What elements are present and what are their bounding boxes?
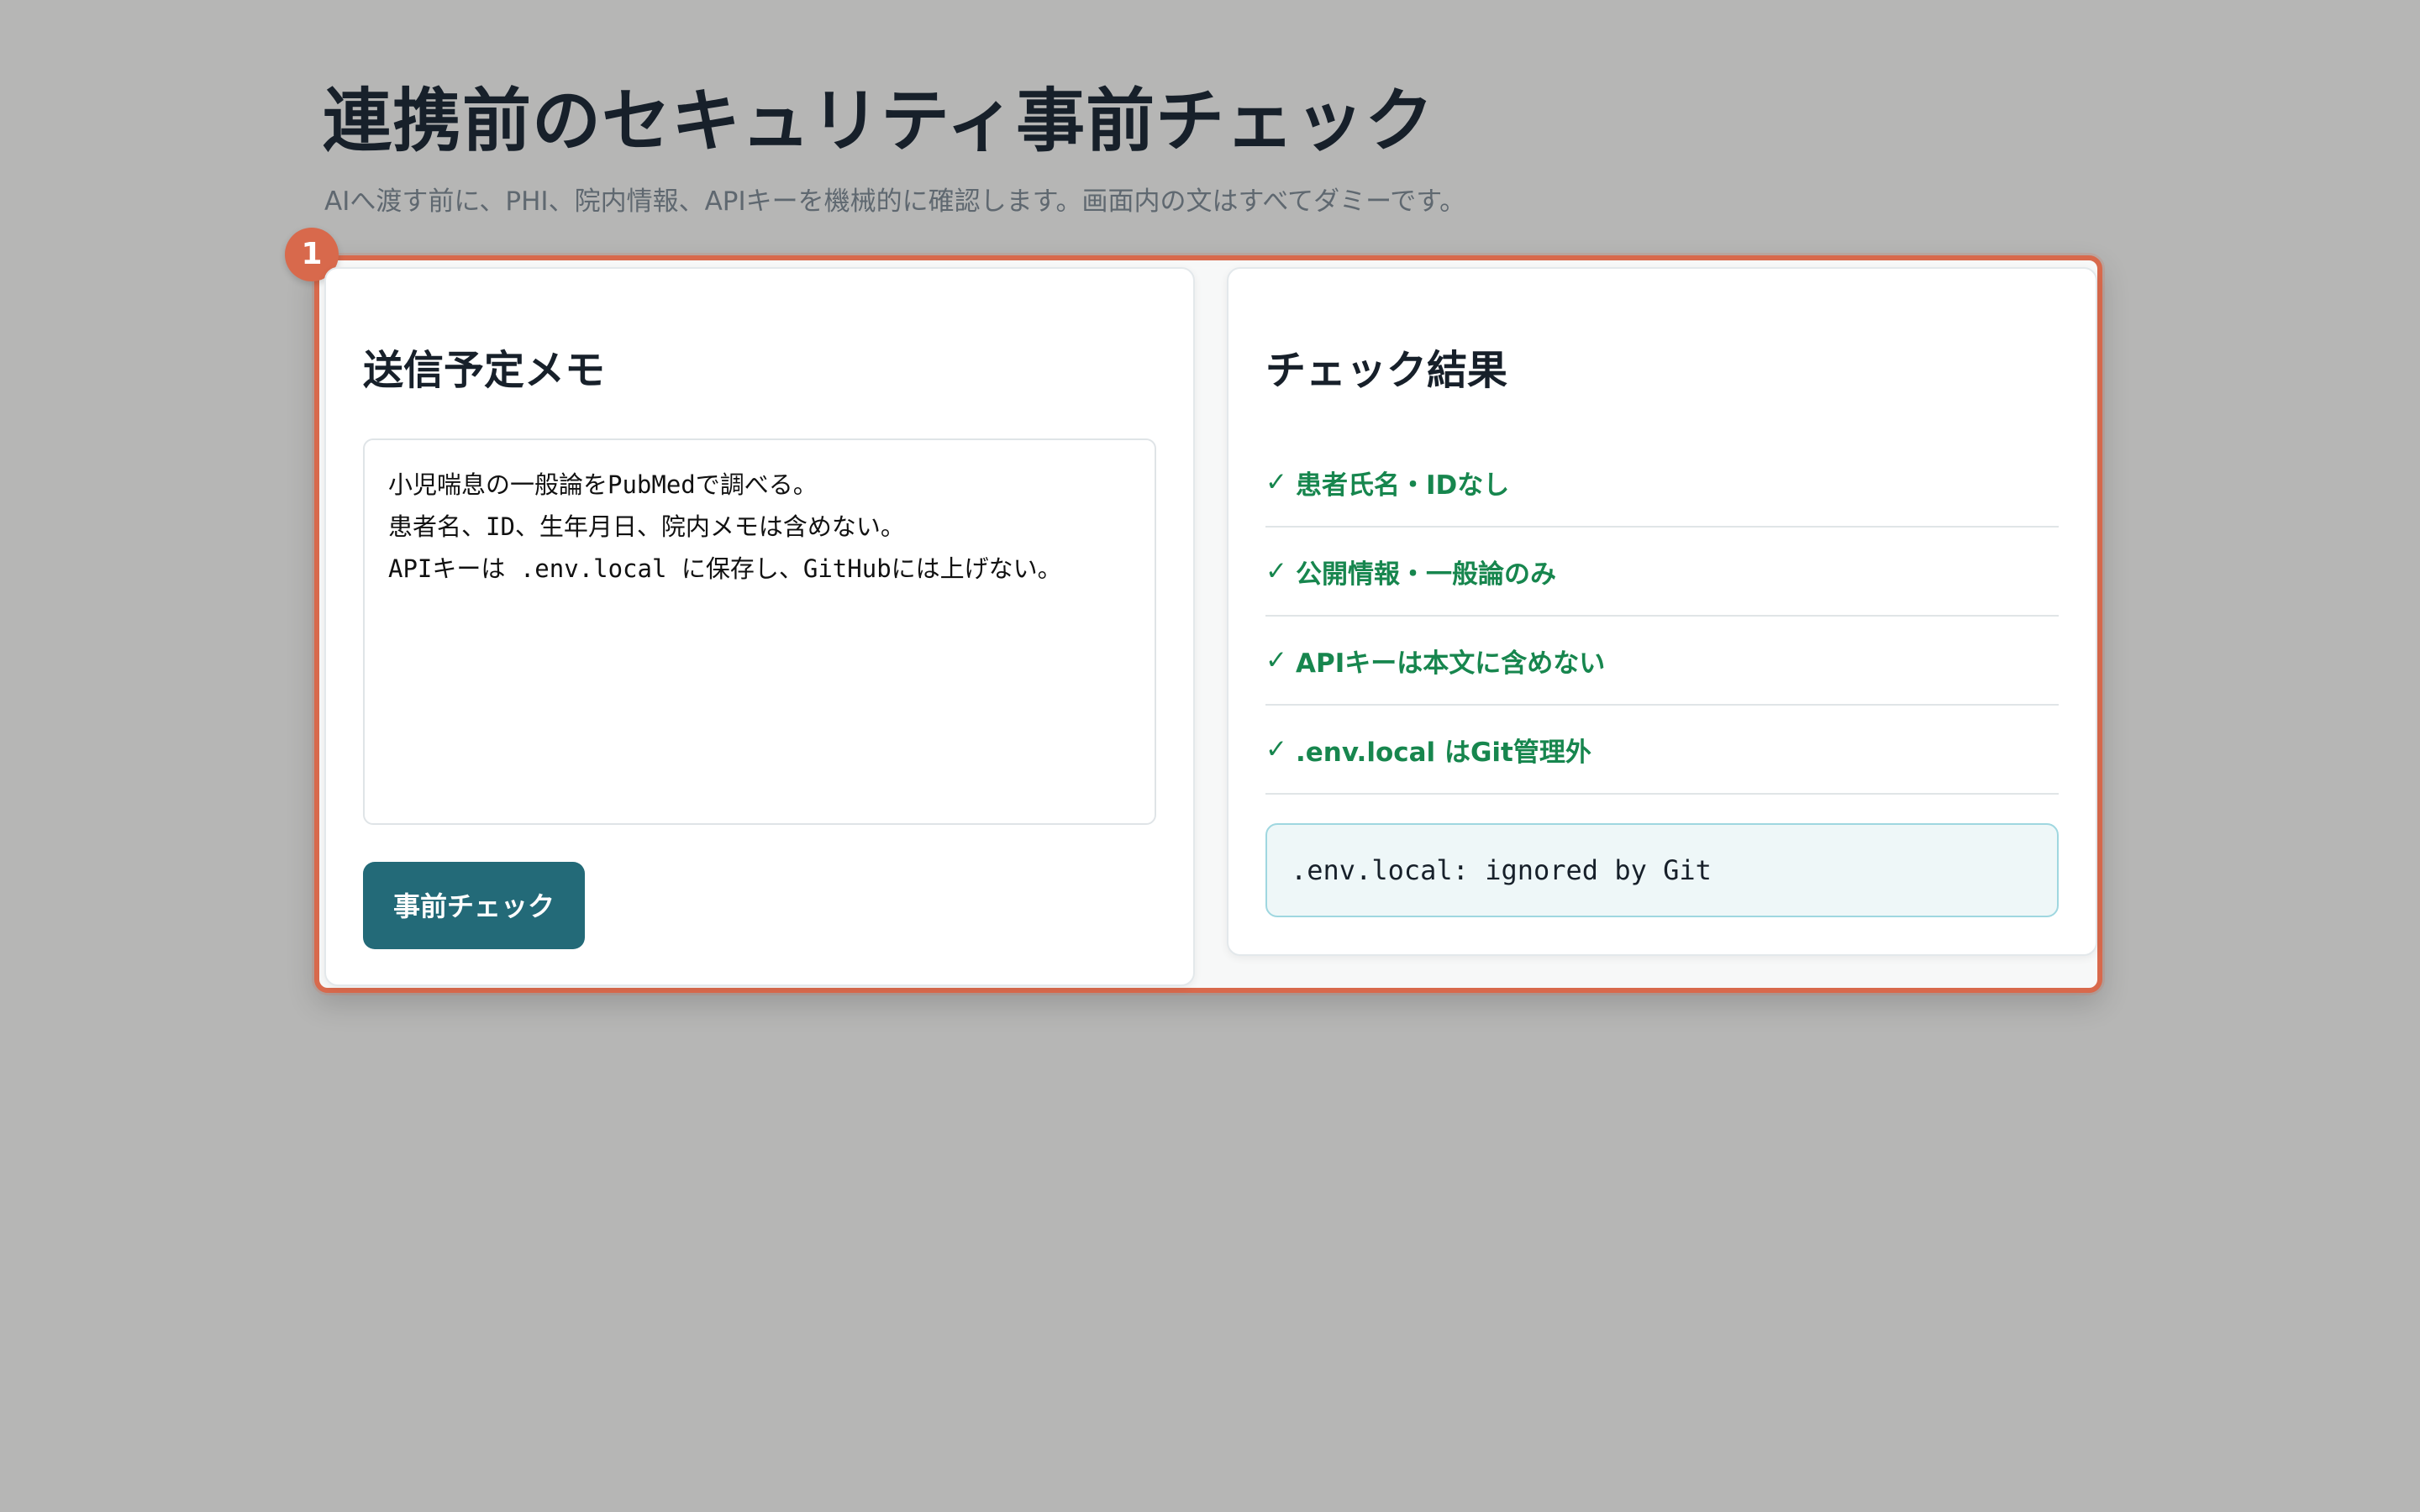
pre-check-button[interactable]: 事前チェック [363, 862, 585, 949]
git-ignore-status: .env.local: ignored by Git [1265, 823, 2059, 917]
result-item-patient-id: ✓ 患者氏名・IDなし [1265, 438, 2059, 528]
result-label: 患者氏名・IDなし [1296, 470, 1510, 501]
result-label: 公開情報・一般論のみ [1296, 559, 1556, 590]
result-item-env-git: ✓ .env.local はGit管理外 [1265, 706, 2059, 795]
memo-textarea[interactable]: 小児喘息の一般論をPubMedで調べる。 患者名、ID、生年月日、院内メモは含め… [363, 438, 1156, 825]
check-icon: ✓ [1265, 467, 1287, 497]
result-item-api-key: ✓ APIキーは本文に含めない [1265, 617, 2059, 706]
page-title: 連携前のセキュリティ事前チェック [323, 81, 1435, 161]
memo-title: 送信予定メモ [363, 347, 606, 394]
result-list: ✓ 患者氏名・IDなし ✓ 公開情報・一般論のみ ✓ APIキーは本文に含めない… [1265, 438, 2059, 795]
send-memo-card: 送信予定メモ 小児喘息の一般論をPubMedで調べる。 患者名、ID、生年月日、… [324, 267, 1195, 986]
results-title: チェック結果 [1265, 347, 1508, 394]
check-icon: ✓ [1265, 645, 1287, 675]
result-label: APIキーは本文に含めない [1296, 648, 1606, 679]
result-label: .env.local はGit管理外 [1296, 737, 1591, 768]
check-results-card: チェック結果 ✓ 患者氏名・IDなし ✓ 公開情報・一般論のみ ✓ APIキーは… [1227, 267, 2097, 956]
page-subtitle: AIへ渡す前に、PHI、院内情報、APIキーを機械的に確認します。画面内の文はす… [324, 186, 1466, 217]
check-icon: ✓ [1265, 734, 1287, 764]
check-icon: ✓ [1265, 556, 1287, 586]
result-item-public-info: ✓ 公開情報・一般論のみ [1265, 528, 2059, 617]
